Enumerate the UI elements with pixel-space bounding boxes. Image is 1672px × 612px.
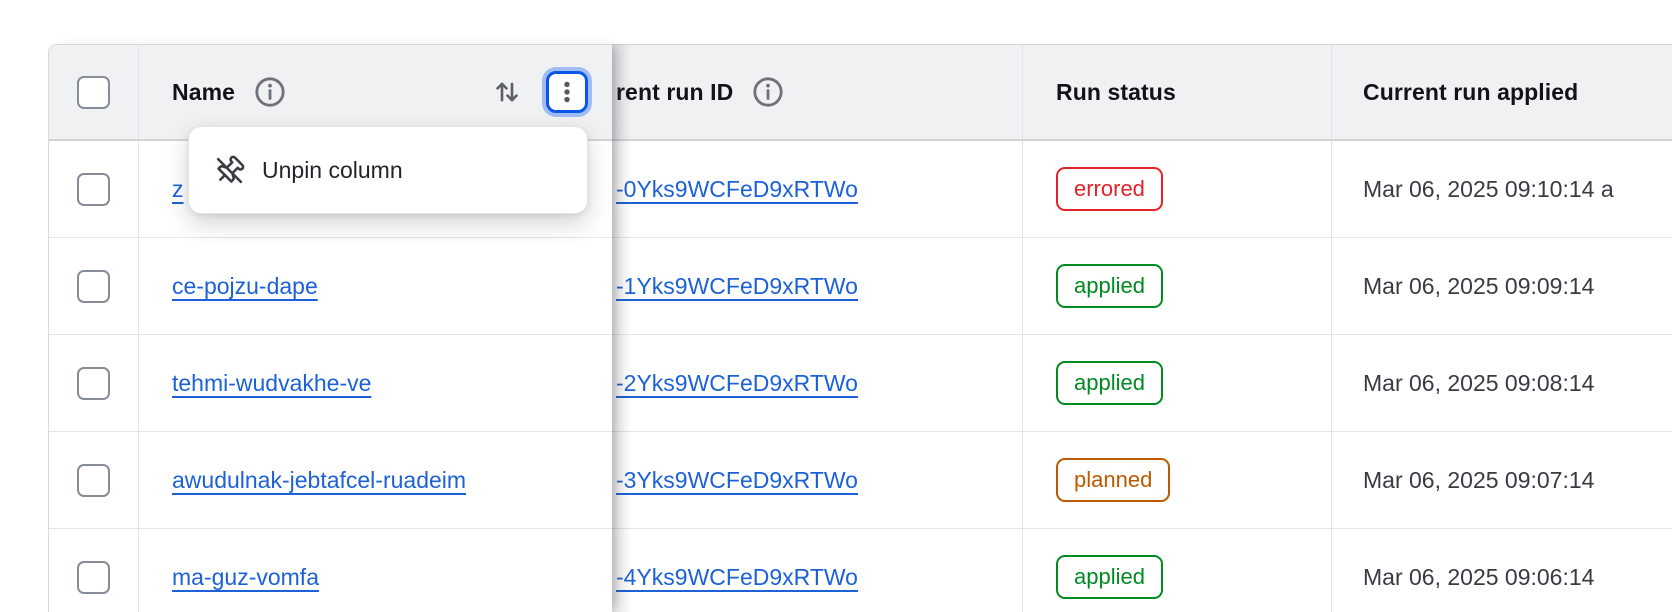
- name-column-menu-button[interactable]: [546, 71, 588, 113]
- row-checkbox[interactable]: [77, 367, 110, 400]
- workspace-name-link[interactable]: tehmi-wudvakhe-ve: [172, 370, 371, 397]
- row-checkbox[interactable]: [77, 173, 110, 206]
- workspace-name-link[interactable]: awudulnak-jebtafcel-ruadeim: [172, 467, 466, 494]
- name-column-label: Name: [172, 79, 235, 106]
- workspaces-table-page: Name: [0, 0, 1672, 612]
- table-row: tehmi-wudvakhe-ve: [49, 335, 612, 432]
- menu-item-unpin-column[interactable]: Unpin column: [189, 127, 587, 213]
- table-row: -0Yks9WCFeD9xRTWo errored Mar 06, 2025 0…: [612, 141, 1672, 238]
- run-status-badge: errored: [1056, 167, 1163, 211]
- select-all-header-cell: [49, 45, 139, 139]
- name-info-icon[interactable]: [253, 75, 287, 109]
- run-status-badge: planned: [1056, 458, 1170, 502]
- run-id-link[interactable]: -1Yks9WCFeD9xRTWo: [616, 273, 858, 300]
- column-header-current-run-id: rent run ID: [612, 45, 1022, 139]
- run-status-badge: applied: [1056, 264, 1163, 308]
- applied-timestamp: Mar 06, 2025 09:10:14 a: [1363, 176, 1614, 203]
- table-row: ce-pojzu-dape: [49, 238, 612, 335]
- run-id-link[interactable]: -3Yks9WCFeD9xRTWo: [616, 467, 858, 494]
- table-row: ma-guz-vomfa: [49, 529, 612, 612]
- workspace-name-link[interactable]: ce-pojzu-dape: [172, 273, 318, 300]
- pin-off-icon: [214, 155, 245, 186]
- sort-icon[interactable]: [492, 76, 522, 108]
- column-header-run-status: Run status: [1022, 45, 1331, 139]
- run-status-column-label: Run status: [1056, 79, 1176, 106]
- unpin-column-label: Unpin column: [262, 157, 403, 184]
- column-menu-dropdown: Unpin column: [188, 126, 588, 214]
- applied-timestamp: Mar 06, 2025 09:07:14: [1363, 467, 1594, 494]
- applied-timestamp: Mar 06, 2025 09:08:14: [1363, 370, 1594, 397]
- run-id-link[interactable]: -2Yks9WCFeD9xRTWo: [616, 370, 858, 397]
- kebab-icon: [554, 79, 580, 105]
- table-row: -3Yks9WCFeD9xRTWo planned Mar 06, 2025 0…: [612, 432, 1672, 529]
- row-checkbox[interactable]: [77, 561, 110, 594]
- run-id-link[interactable]: -0Yks9WCFeD9xRTWo: [616, 176, 858, 203]
- current-run-applied-column-label: Current run applied: [1363, 79, 1578, 106]
- table-row: -1Yks9WCFeD9xRTWo applied Mar 06, 2025 0…: [612, 238, 1672, 335]
- run-id-link[interactable]: -4Yks9WCFeD9xRTWo: [616, 564, 858, 591]
- row-checkbox[interactable]: [77, 464, 110, 497]
- workspace-name-link[interactable]: ma-guz-vomfa: [172, 564, 319, 591]
- run-status-badge: applied: [1056, 361, 1163, 405]
- run-id-info-icon[interactable]: [751, 75, 785, 109]
- table-row: -2Yks9WCFeD9xRTWo applied Mar 06, 2025 0…: [612, 335, 1672, 432]
- row-checkbox[interactable]: [77, 270, 110, 303]
- scrollable-columns-pane: rent run ID Run status Current run appli…: [612, 44, 1672, 612]
- select-all-checkbox[interactable]: [77, 76, 110, 109]
- table-row: -4Yks9WCFeD9xRTWo applied Mar 06, 2025 0…: [612, 529, 1672, 612]
- workspace-name-link[interactable]: z: [172, 176, 184, 203]
- table-row: awudulnak-jebtafcel-ruadeim: [49, 432, 612, 529]
- table-header-row: rent run ID Run status Current run appli…: [612, 45, 1672, 141]
- column-header-current-run-applied: Current run applied: [1331, 45, 1672, 139]
- run-status-badge: applied: [1056, 555, 1163, 599]
- applied-timestamp: Mar 06, 2025 09:06:14: [1363, 564, 1594, 591]
- applied-timestamp: Mar 06, 2025 09:09:14: [1363, 273, 1594, 300]
- column-header-name: Name: [139, 45, 612, 139]
- run-id-column-label: rent run ID: [616, 79, 733, 106]
